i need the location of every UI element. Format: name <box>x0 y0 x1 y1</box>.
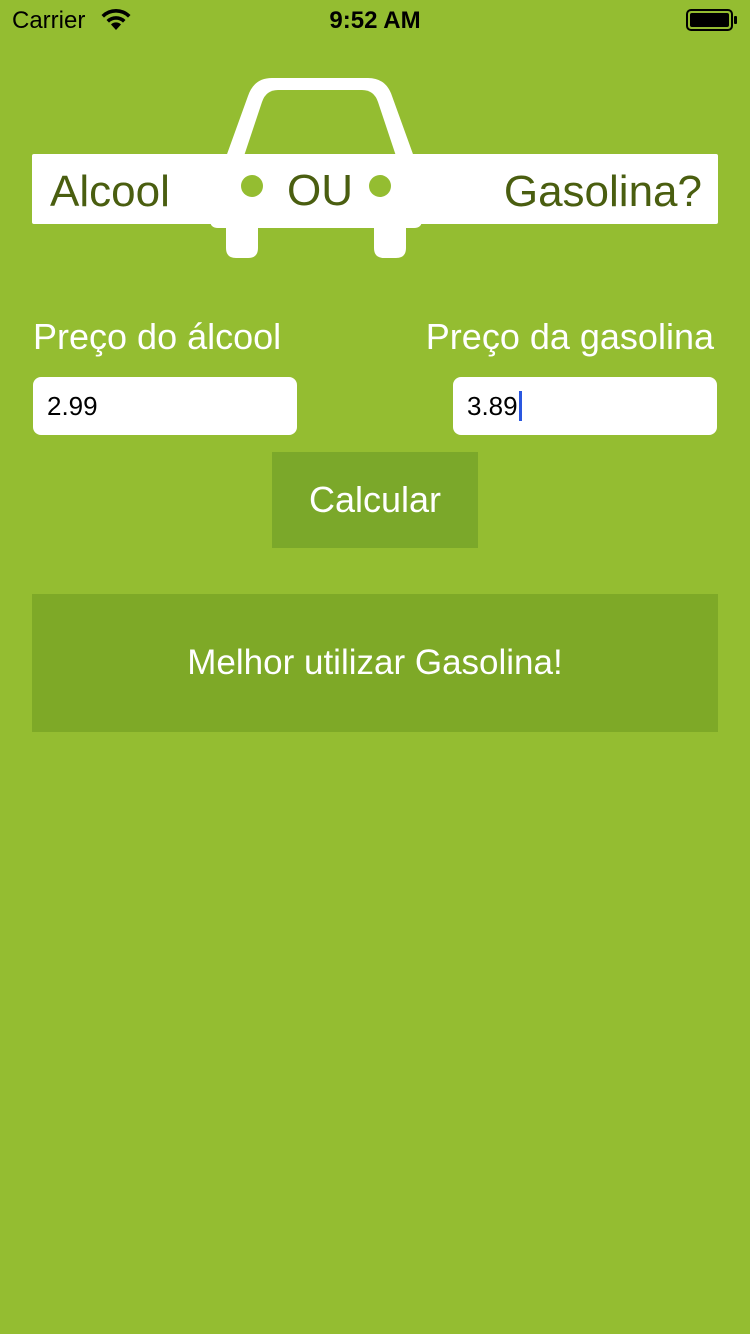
alcool-price-input[interactable]: 2.99 <box>33 377 297 435</box>
logo-dot-right <box>369 175 391 197</box>
logo-text-ou: OU <box>287 166 353 215</box>
calculate-button[interactable]: Calcular <box>272 452 478 548</box>
alcool-price-label: Preço do álcool <box>33 316 282 357</box>
battery-full-icon <box>686 9 737 31</box>
clock: 9:52 AM <box>329 7 421 34</box>
result-box: Melhor utilizar Gasolina! <box>32 594 718 732</box>
alcool-price-value: 2.99 <box>47 391 98 421</box>
logo-text-alcool: Alcool <box>50 167 170 216</box>
logo-text-gasolina: Gasolina? <box>504 167 702 216</box>
gasolina-price-input[interactable]: 3.89 <box>453 377 717 435</box>
text-cursor <box>518 391 522 422</box>
app-logo: Alcool OU Gasolina? <box>32 78 718 258</box>
logo-dot-left <box>241 175 263 197</box>
status-bar: Carrier 9:52 AM <box>0 0 750 40</box>
gasolina-price-value: 3.89 <box>467 391 518 421</box>
gasolina-price-label: Preço da gasolina <box>425 316 714 357</box>
result-message: Melhor utilizar Gasolina! <box>187 643 563 682</box>
car-window <box>244 90 396 156</box>
calculate-button-label: Calcular <box>308 479 442 520</box>
